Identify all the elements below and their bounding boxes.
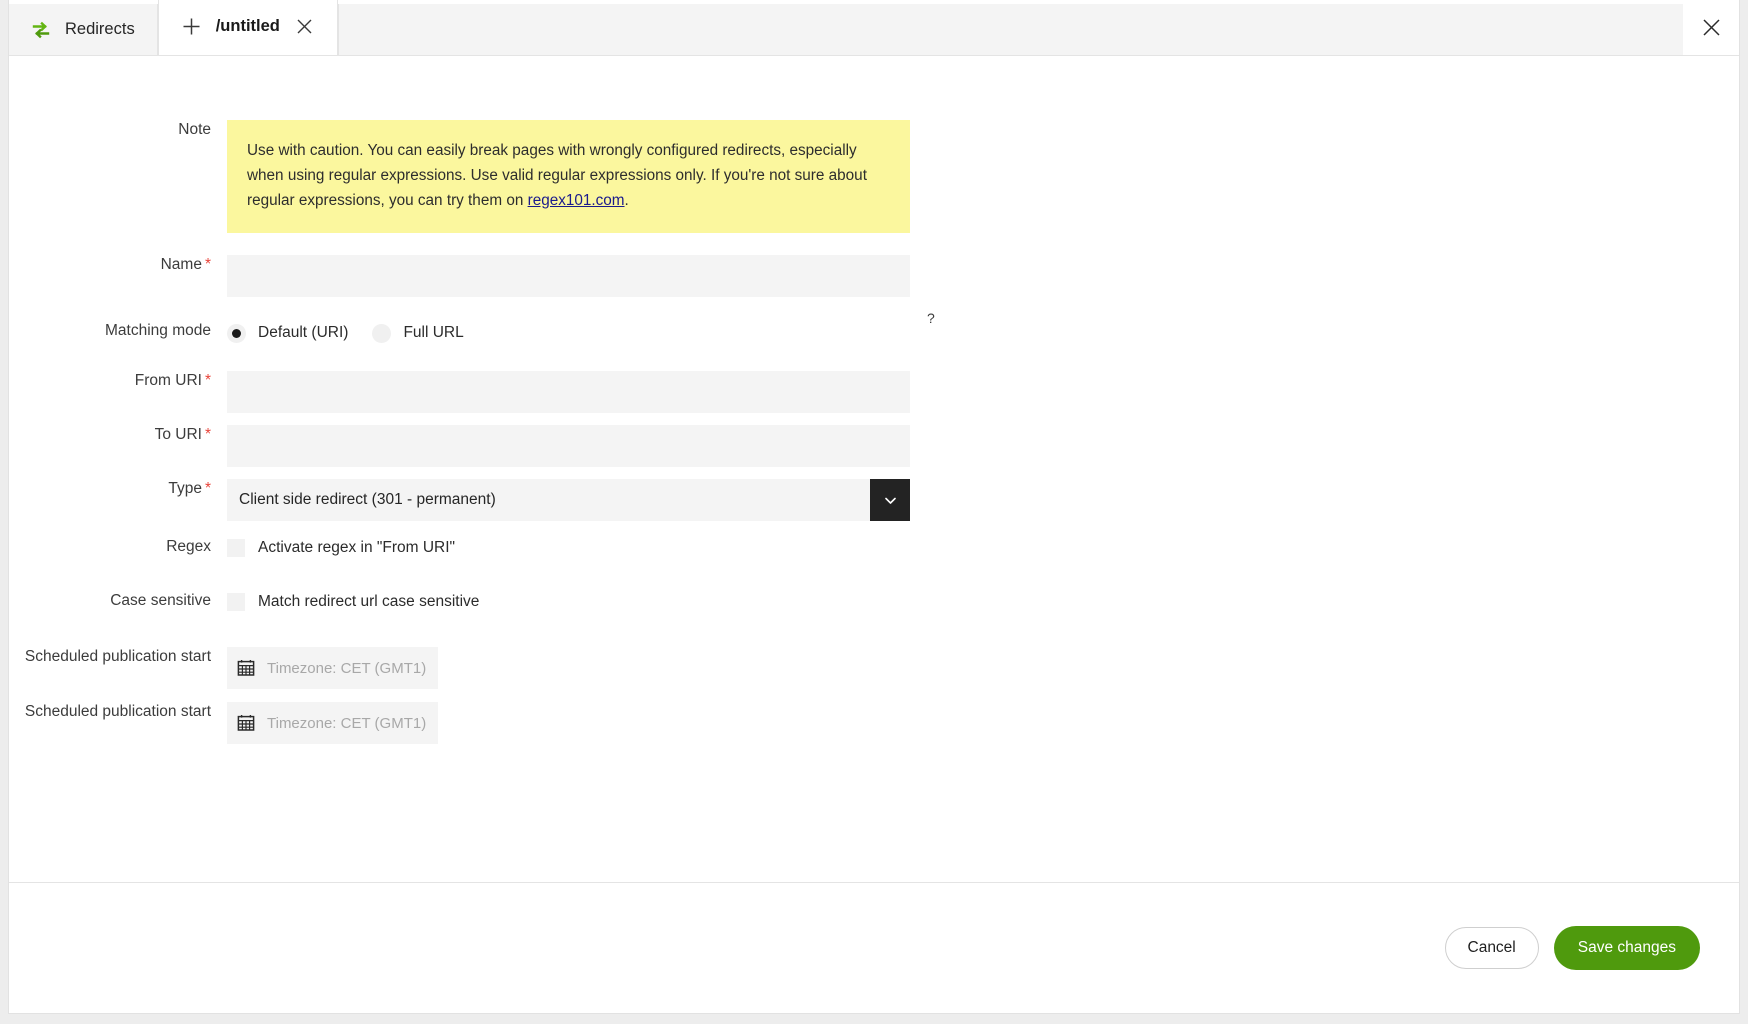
to-uri-field [227,425,1739,467]
schedule-start-2-field: Timezone: CET (GMT1) [227,702,1739,744]
tab-label: Redirects [65,20,135,38]
schedule-start-datepicker[interactable]: Timezone: CET (GMT1) [227,647,438,689]
form-row-from-uri: From URI * [9,371,1739,413]
case-sensitive-label: Case sensitive [110,592,211,609]
required-marker: * [204,256,211,273]
name-label: Name * [9,255,227,275]
tab-bar-filler [337,4,1739,55]
schedule-start-label: Scheduled publication start [24,648,211,665]
case-sensitive-checkbox-label: Match redirect url case sensitive [258,593,480,610]
cancel-button[interactable]: Cancel [1444,927,1539,969]
name-field [227,255,1739,297]
regex-label: Regex [166,538,211,555]
calendar-icon [237,660,255,676]
radio-label: Full URL [403,324,464,341]
save-changes-button[interactable]: Save changes [1553,926,1700,970]
form-row-name: Name * [9,255,1739,297]
note-message: Use with caution. You can easily break p… [227,120,910,233]
regex101-link[interactable]: regex101.com [528,192,625,209]
question-mark-icon[interactable]: ? [927,310,935,326]
regex-checkbox-row[interactable]: Activate regex in "From URI" [227,537,1739,559]
form-row-type: Type * Client side redirect (301 - perman… [9,479,1739,521]
radio-option-full-url[interactable]: Full URL [372,323,487,343]
required-marker: * [204,426,211,443]
matching-mode-field: Default (URI) Full URL ? [227,310,1739,345]
plus-icon [181,16,202,37]
type-field: Client side redirect (301 - permanent) [227,479,1739,521]
radio-unselected-icon [372,323,392,343]
swap-arrows-icon [31,20,51,40]
note-text-after: . [624,192,629,209]
note-field: Use with caution. You can easily break p… [227,120,1739,233]
to-uri-input[interactable] [227,425,910,467]
case-sensitive-checkbox[interactable] [227,593,245,611]
chevron-down-icon [884,497,896,504]
tab-bar: Redirects /untitled [9,0,1739,56]
form-scroll-area: Note Use with caution. You can easily br… [9,56,1739,882]
tab-redirects[interactable]: Redirects [9,4,158,55]
type-label: Type * [9,479,227,499]
tab-label: /untitled [215,17,280,35]
form-row-regex: Regex Activate regex in "From URI" [9,537,1739,559]
matching-mode-radio-group: Default (URI) Full URL [227,321,1739,345]
type-select-toggle[interactable] [870,479,910,521]
window-close-button[interactable] [1683,0,1739,55]
type-label-text: Type [168,480,202,497]
form-row-schedule-start-2: Scheduled publication start Timezone: CE… [9,702,1739,744]
schedule-start-placeholder: Timezone: CET (GMT1) [267,659,427,677]
schedule-start-2-placeholder: Timezone: CET (GMT1) [267,714,427,732]
matching-mode-label: Matching mode [105,322,211,339]
name-label-text: Name [160,256,202,273]
radio-selected-icon [227,323,246,343]
regex-field: Activate regex in "From URI" [227,537,1739,559]
form-row-note: Note Use with caution. You can easily br… [9,120,1739,233]
application-window: Redirects /untitled Note Use with cautio… [0,0,1748,1024]
from-uri-label: From URI * [9,371,227,391]
redirect-editor-panel: Redirects /untitled Note Use with cautio… [8,0,1740,1014]
case-sensitive-field: Match redirect url case sensitive [227,591,1739,613]
to-uri-label: To URI * [9,425,227,445]
type-select[interactable]: Client side redirect (301 - permanent) [227,479,910,521]
tab-close-icon[interactable] [294,16,315,37]
schedule-start-field: Timezone: CET (GMT1) [227,647,1739,689]
schedule-start-2-datepicker[interactable]: Timezone: CET (GMT1) [227,702,438,744]
to-uri-label-text: To URI [154,426,202,443]
form-row-case-sensitive: Case sensitive Match redirect url case s… [9,591,1739,613]
regex-checkbox[interactable] [227,539,245,557]
radio-label: Default (URI) [258,324,349,341]
tab-untitled[interactable]: /untitled [157,0,338,55]
calendar-icon [237,715,255,731]
regex-checkbox-label: Activate regex in "From URI" [258,539,456,556]
note-label: Note [178,121,211,138]
form-row-schedule-start: Scheduled publication start Timezone: CE… [9,647,1739,689]
from-uri-field [227,371,1739,413]
radio-option-default-uri[interactable]: Default (URI) [227,323,372,343]
schedule-start-2-label: Scheduled publication start [24,703,211,720]
form-row-matching-mode: Matching mode Default (URI) Full URL ? [9,310,1739,345]
name-input[interactable] [227,255,910,297]
required-marker: * [204,372,211,389]
redirect-form: Note Use with caution. You can easily br… [9,56,1739,744]
required-marker: * [204,480,211,497]
case-sensitive-checkbox-row[interactable]: Match redirect url case sensitive [227,591,1739,613]
type-select-value: Client side redirect (301 - permanent) [239,491,496,508]
from-uri-input[interactable] [227,371,910,413]
form-row-to-uri: To URI * [9,425,1739,467]
form-footer: Cancel Save changes [9,882,1739,1013]
close-icon [1702,19,1720,36]
from-uri-label-text: From URI [134,372,202,389]
